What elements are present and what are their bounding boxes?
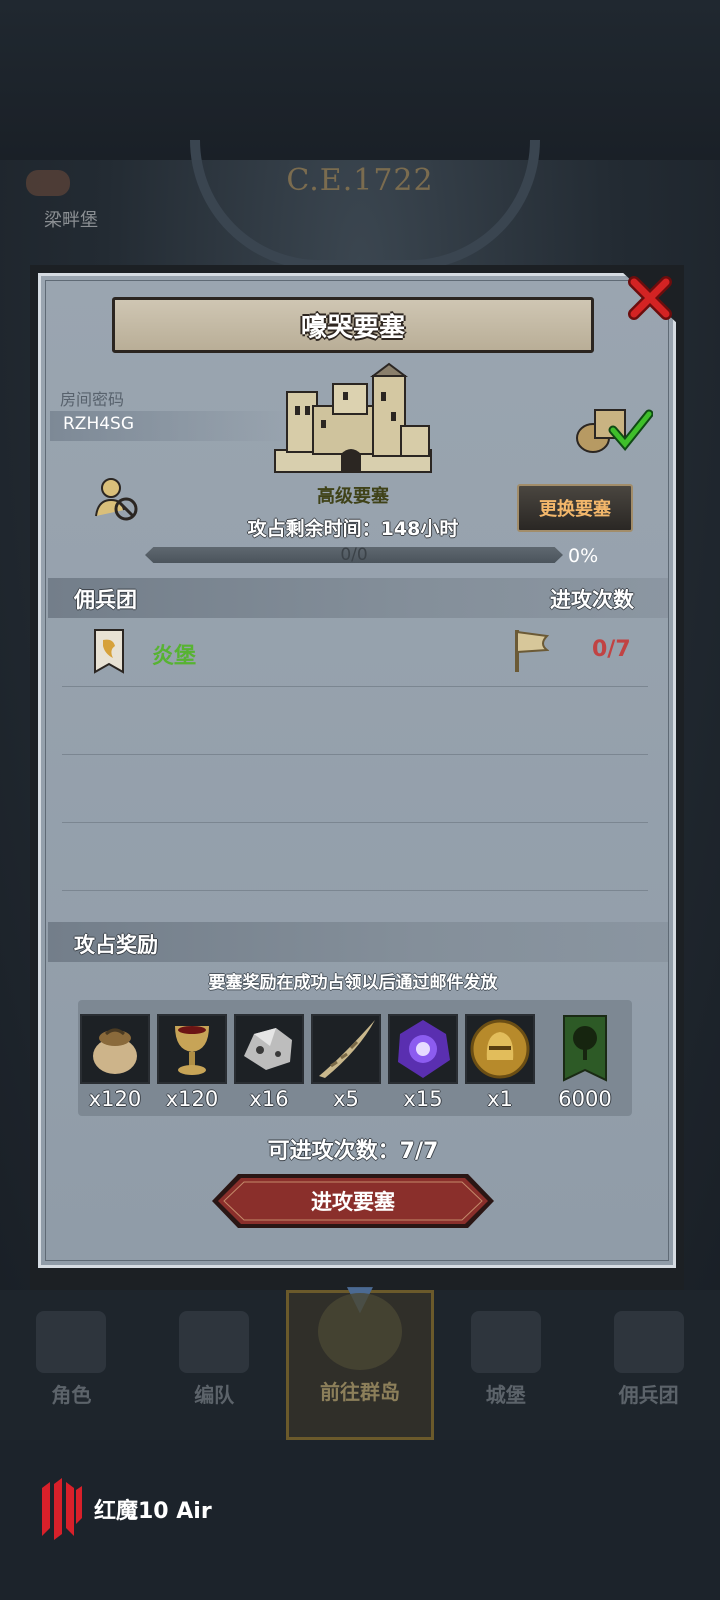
progress-percent: 0% — [568, 545, 599, 567]
reward-item[interactable] — [465, 1014, 535, 1084]
nav-item-mercenary[interactable]: 佣兵团 — [577, 1290, 720, 1440]
nav-label: 前往群岛 — [319, 1380, 400, 1404]
nav-item-character[interactable]: 角色 — [0, 1290, 143, 1440]
remaining-attempts: 可进攻次数：7/7 — [267, 1139, 439, 1164]
title-banner: 嚎哭要塞 — [112, 297, 594, 353]
nav-item-castle[interactable]: 城堡 — [434, 1290, 577, 1440]
reward-note: 要塞奖励在成功占领以后通过邮件发放 — [208, 973, 498, 993]
mercenary-icon — [613, 1311, 684, 1373]
location-label: 梁畔堡 — [44, 210, 98, 231]
close-button[interactable] — [620, 270, 678, 324]
fortress-castle-icon — [273, 362, 433, 478]
grain-sack-icon — [80, 1014, 150, 1084]
dialog-title: 嚎哭要塞 — [300, 312, 405, 343]
row-divider — [62, 890, 648, 891]
supplies-check-icon[interactable] — [573, 404, 654, 454]
reward-item[interactable] — [550, 1014, 620, 1084]
ore-icon — [234, 1014, 304, 1084]
islands-icon — [317, 1293, 402, 1370]
reward-item[interactable] — [80, 1014, 150, 1084]
time-remaining-label: 攻占剩余时间：148小时 — [247, 518, 459, 540]
nav-item-formation[interactable]: 编队 — [143, 1290, 286, 1440]
mercenary-header: 佣兵团 — [74, 588, 137, 612]
formation-icon — [179, 1311, 250, 1373]
row-divider — [62, 822, 648, 823]
purple-crystal-icon — [388, 1014, 458, 1084]
horn-icon — [311, 1014, 381, 1084]
castle-icon — [470, 1311, 541, 1373]
attack-count-header: 进攻次数 — [550, 588, 634, 612]
nav-item-islands[interactable]: ▼ 前往群岛 — [285, 1281, 435, 1440]
row-divider — [62, 754, 648, 755]
reward-item[interactable] — [157, 1014, 227, 1084]
knight-icon — [36, 1311, 107, 1373]
top-dark-band — [0, 0, 720, 160]
red-magic-logo-icon — [40, 1478, 84, 1540]
year-label: C.E.1722 — [286, 163, 434, 198]
watermark-text: 红魔10 Air — [94, 1499, 212, 1524]
row-divider — [62, 686, 648, 687]
flag-icon — [513, 628, 550, 674]
knight-helmet-coin-icon — [465, 1014, 535, 1084]
player-badge-icon — [26, 170, 70, 196]
reward-qty: x1 — [487, 1087, 513, 1111]
room-code-value[interactable]: RZH4SG — [63, 414, 134, 434]
nav-label: 角色 — [51, 1383, 92, 1407]
room-code-label: 房间密码 — [60, 390, 125, 409]
goblet-icon — [157, 1014, 227, 1084]
reward-header: 攻占奖励 — [74, 933, 158, 957]
attack-fortress-label: 进攻要塞 — [311, 1190, 395, 1214]
tree-banner-icon — [550, 1014, 620, 1084]
bottom-nav: 角色 编队 ▼ 前往群岛 城堡 佣兵团 — [0, 1281, 720, 1440]
reward-qty: 6000 — [558, 1087, 612, 1111]
mercenary-banner-icon — [93, 628, 125, 674]
nav-label: 编队 — [194, 1383, 235, 1407]
device-watermark: 红魔10 Air — [40, 1478, 212, 1540]
reward-item[interactable] — [311, 1014, 381, 1084]
nav-label: 城堡 — [485, 1383, 526, 1407]
reward-item[interactable] — [234, 1014, 304, 1084]
close-icon — [620, 270, 678, 324]
mercenary-name[interactable]: 炎堡 — [152, 638, 196, 670]
nav-label: 佣兵团 — [618, 1383, 679, 1407]
progress-count: 0/0 — [340, 545, 368, 565]
reward-item[interactable] — [388, 1014, 458, 1084]
mercenary-attack-count: 0/7 — [592, 637, 631, 662]
attack-fortress-button[interactable]: 进攻要塞 — [212, 1174, 494, 1228]
